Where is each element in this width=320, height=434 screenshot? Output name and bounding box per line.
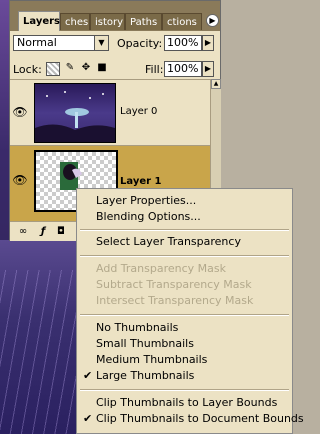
menu-separator [80,389,289,391]
menu-item-label: Large Thumbnails [96,369,195,382]
layer-name[interactable]: Layer 0 [120,106,157,117]
lock-image-pixels-brush-icon[interactable]: ✎ [64,62,76,74]
menu-item-label: Clip Thumbnails to Document Bounds [96,412,304,425]
palette-menu-button[interactable]: ▶ [206,14,219,27]
layer-style-icon[interactable]: ƒ [36,225,50,238]
palette-tab-bar: Layers ches istory Paths ctions ▶ [10,1,220,31]
menu-item-large-thumbnails[interactable]: ✔ Large Thumbnails [77,368,292,384]
menu-item-add-transparency-mask: Add Transparency Mask [96,262,226,275]
lock-position-move-icon[interactable]: ✥ [80,62,92,74]
menu-item-intersect-transparency-mask: Intersect Transparency Mask [96,294,254,307]
menu-item-select-layer-transparency[interactable]: Select Layer Transparency [77,234,292,250]
triangle-right-icon: ▶ [204,38,212,47]
menu-item-blending-options[interactable]: Blending Options... [77,209,292,225]
menu-item-layer-properties[interactable]: Layer Properties... [77,193,292,209]
fill-label: Fill: [145,63,164,76]
checkmark-icon: ✔ [83,412,93,425]
add-mask-icon[interactable]: ◘ [54,225,68,238]
tab-swatches[interactable]: ches [60,13,90,30]
opacity-slider-button[interactable]: ▶ [202,35,214,51]
opacity-label: Opacity: [117,37,163,50]
menu-separator [80,314,289,316]
blend-mode-value: Normal [17,36,57,49]
triangle-right-icon: ▶ [204,64,212,73]
menu-item-clip-thumbnails-layer-bounds[interactable]: Clip Thumbnails to Layer Bounds [77,395,292,411]
lock-label: Lock: [13,63,42,76]
blend-mode-select[interactable]: Normal ▼ [13,35,109,51]
thumbnail-context-menu: Layer Properties... Blending Options... … [76,188,304,434]
fantasy-scene-thumbnail-icon [35,91,115,142]
fill-slider-button[interactable]: ▶ [202,61,214,77]
canvas-grass-texture [0,270,80,434]
lock-all-padlock-icon[interactable]: ■ [96,62,108,74]
layer-thumbnail [34,83,116,143]
tab-layers[interactable]: Layers [18,11,60,31]
eye-visibility-icon[interactable]: 👁 [12,104,28,120]
scroll-up-icon[interactable]: ▲ [211,79,221,89]
menu-item-medium-thumbnails[interactable]: Medium Thumbnails [77,352,292,368]
checkmark-icon: ✔ [83,369,93,382]
menu-separator [80,255,289,257]
eye-visibility-icon[interactable]: 👁 [12,172,28,188]
link-layers-icon[interactable]: ∞ [16,225,30,238]
tab-actions[interactable]: ctions [162,13,202,30]
chevron-down-icon: ▼ [94,36,108,50]
fill-input[interactable]: 100% [164,61,202,77]
tab-history[interactable]: istory [90,13,125,30]
menu-separator [80,229,289,231]
menu-item-subtract-transparency-mask: Subtract Transparency Mask [96,278,252,291]
tab-paths[interactable]: Paths [125,13,162,30]
lock-transparent-pixels-icon[interactable] [46,62,60,76]
opacity-input[interactable]: 100% [164,35,202,51]
layer-row-layer-0[interactable]: 👁 Layer 0 [10,79,210,145]
menu-item-clip-thumbnails-document-bounds[interactable]: ✔ Clip Thumbnails to Document Bounds [77,411,304,427]
layer-name[interactable]: Layer 1 [120,176,161,187]
menu-item-small-thumbnails[interactable]: Small Thumbnails [77,336,292,352]
menu-item-no-thumbnails[interactable]: No Thumbnails [77,320,292,336]
triangle-right-icon: ▶ [209,16,216,25]
